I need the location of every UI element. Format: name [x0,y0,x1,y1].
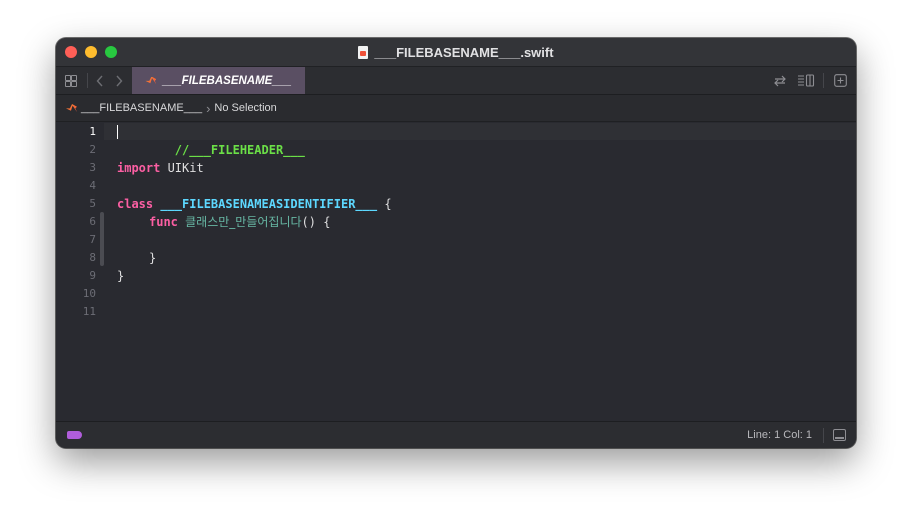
close-brace: } [149,251,157,265]
class-identifier: ___FILEBASENAMEASIDENTIFIER___ [160,197,378,211]
chevron-right-icon: › [206,100,211,116]
back-chevron-icon[interactable] [93,67,107,94]
breadcrumb-selection-label: No Selection [214,102,277,114]
line-number: 8 [89,251,96,264]
class-keyword: class [117,197,154,211]
function-params: () { [301,215,331,229]
scheme-tag-icon[interactable] [67,431,82,439]
line-number: 3 [89,161,96,174]
xcode-window: ___FILEBASENAME___.swift ___FILEBASENAME… [56,38,856,448]
line-number: 5 [89,197,96,210]
code-line-8: } [149,249,156,267]
tab-label: ___FILEBASENAME___ [162,74,292,87]
line-number: 9 [89,269,96,282]
divider [87,73,88,88]
file-header-comment: //___FILEHEADER___ [174,143,305,157]
jump-bar: ___FILEBASENAME___ › No Selection [56,95,856,122]
divider [823,428,824,443]
line-number: 1 [89,125,96,138]
grid-icon[interactable] [64,67,78,94]
line-number: 4 [89,179,96,192]
cursor-position: Line: 1 Col: 1 [747,429,812,441]
close-brace: } [117,269,125,283]
open-brace: { [377,197,392,211]
line-number: 6 [89,215,96,228]
function-name: 클래스만_만들어집니다 [185,215,302,229]
code-line-3: import UIKit [117,159,204,177]
import-keyword: import [117,161,161,175]
module-name: UIKit [160,161,204,175]
line-number: 11 [82,305,96,318]
swap-icon[interactable] [772,67,788,94]
line-number: 7 [89,233,96,246]
debug-area-toggle-icon[interactable] [833,429,846,441]
window-title: ___FILEBASENAME___.swift [374,44,554,60]
code-fold-ribbon[interactable] [100,212,104,266]
divider [823,73,824,88]
code-line-9: } [117,267,124,285]
code-line-5: class ___FILEBASENAMEASIDENTIFIER___ { [117,195,392,213]
swift-file-icon [358,45,369,59]
window-title-group: ___FILEBASENAME___.swift [56,38,856,66]
editor-options-icon[interactable] [796,67,816,94]
line-number: 10 [82,287,96,300]
breadcrumb-selection[interactable]: No Selection [214,102,276,114]
status-bar: Line: 1 Col: 1 [56,421,856,448]
breadcrumb-file[interactable]: ___FILEBASENAME___ [66,102,202,114]
add-editor-icon[interactable] [832,67,848,94]
swift-icon [66,103,77,113]
tab-active-file[interactable]: ___FILEBASENAME___ [132,67,305,94]
func-keyword: func [149,215,178,229]
tab-bar: ___FILEBASENAME___ [56,67,856,95]
line-number-gutter: 1 2 3 4 5 6 7 8 9 10 11 [56,122,104,420]
breadcrumb-file-label: ___FILEBASENAME___ [81,102,203,114]
source-editor[interactable]: 1 2 3 4 5 6 7 8 9 10 11 //___FILEHEADER_… [56,122,856,420]
code-line-1: //___FILEHEADER___ [117,123,305,157]
forward-chevron-icon[interactable] [112,67,126,94]
title-bar: ___FILEBASENAME___.swift [56,38,856,67]
swift-icon [145,76,156,86]
text-cursor [117,125,118,139]
line-number: 2 [89,143,96,156]
code-line-6: func 클래스만_만들어집니다() { [149,213,330,231]
